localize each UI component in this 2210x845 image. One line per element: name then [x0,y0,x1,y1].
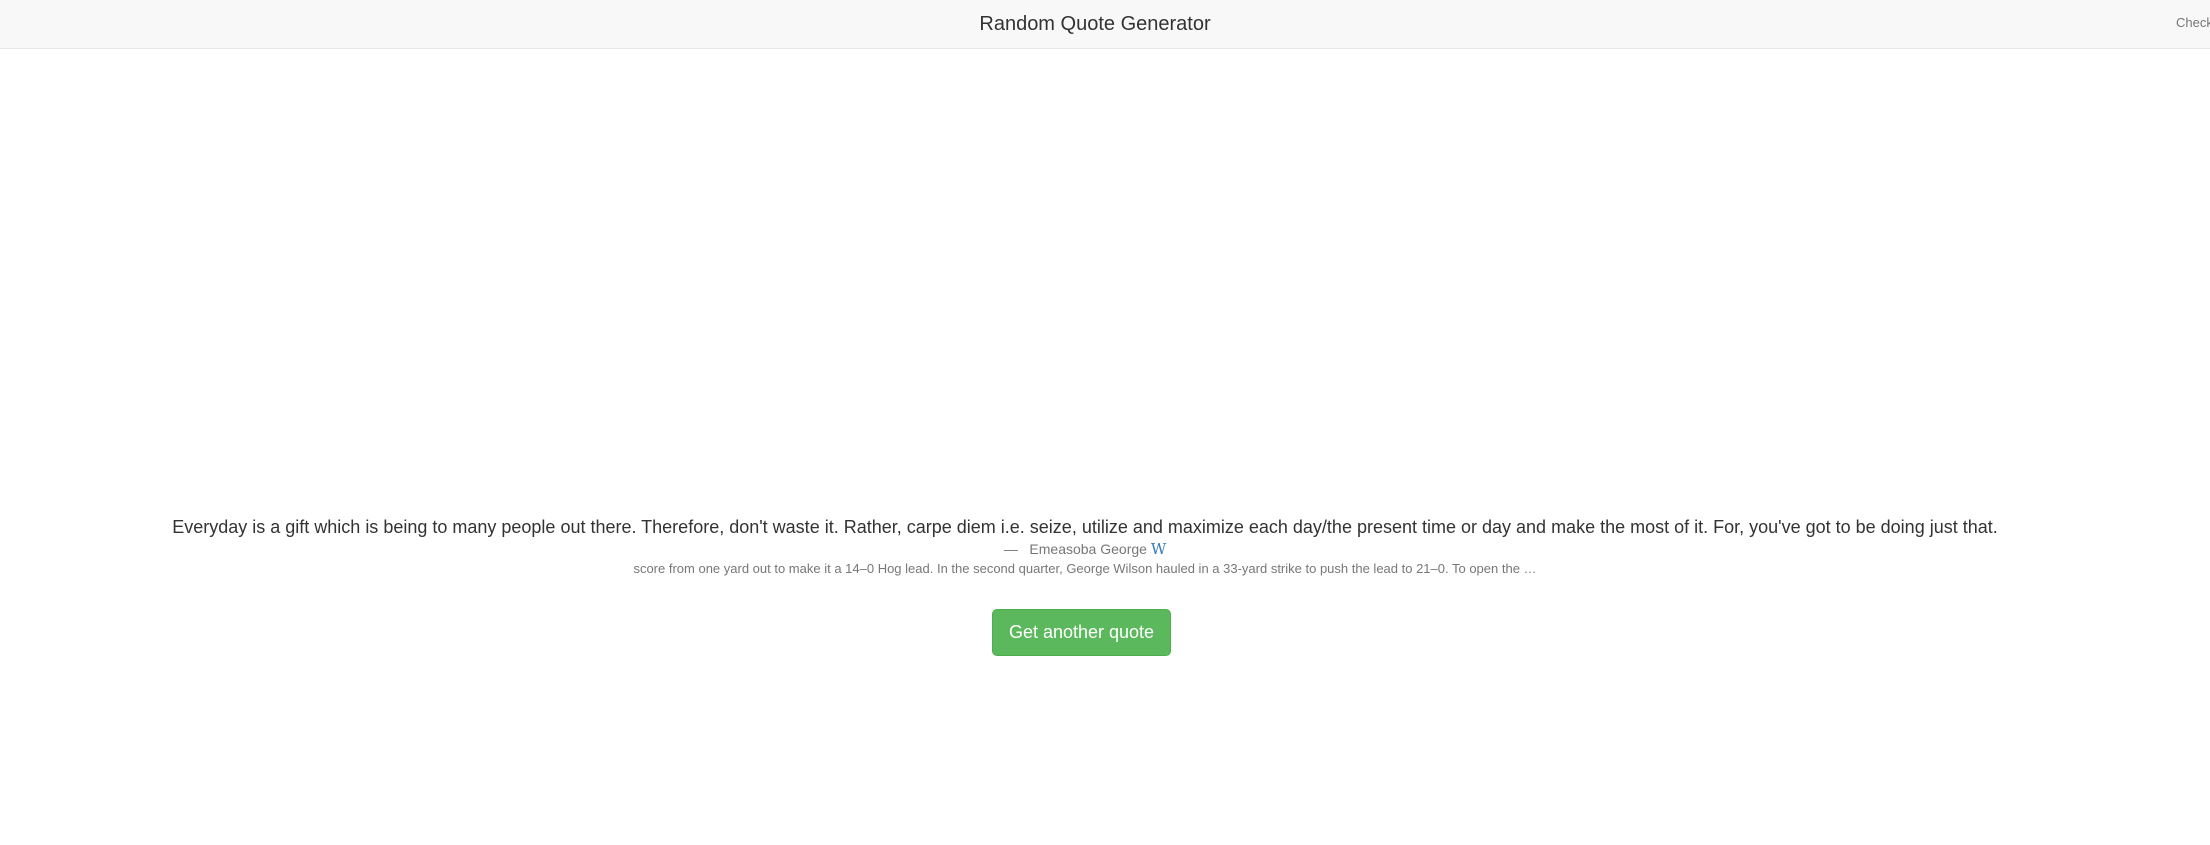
wiki-snippet: score from one yard out to make it a 14–… [633,561,1537,576]
quote-attribution: — Emeasoba George W [0,540,2170,558]
quote-author: Emeasoba George [1029,541,1147,557]
quote-container: Everyday is a gift which is being to man… [0,514,2170,580]
wikipedia-icon[interactable]: W [1151,540,1166,558]
navbar: Random Quote Generator Check [0,0,2210,49]
get-another-quote-button[interactable]: Get another quote [992,609,1171,656]
app-title: Random Quote Generator [979,13,1211,35]
navbar-right-link[interactable]: Check [2176,15,2210,30]
quote-text: Everyday is a gift which is being to man… [172,517,1998,537]
attribution-dash: — [1003,541,1018,557]
